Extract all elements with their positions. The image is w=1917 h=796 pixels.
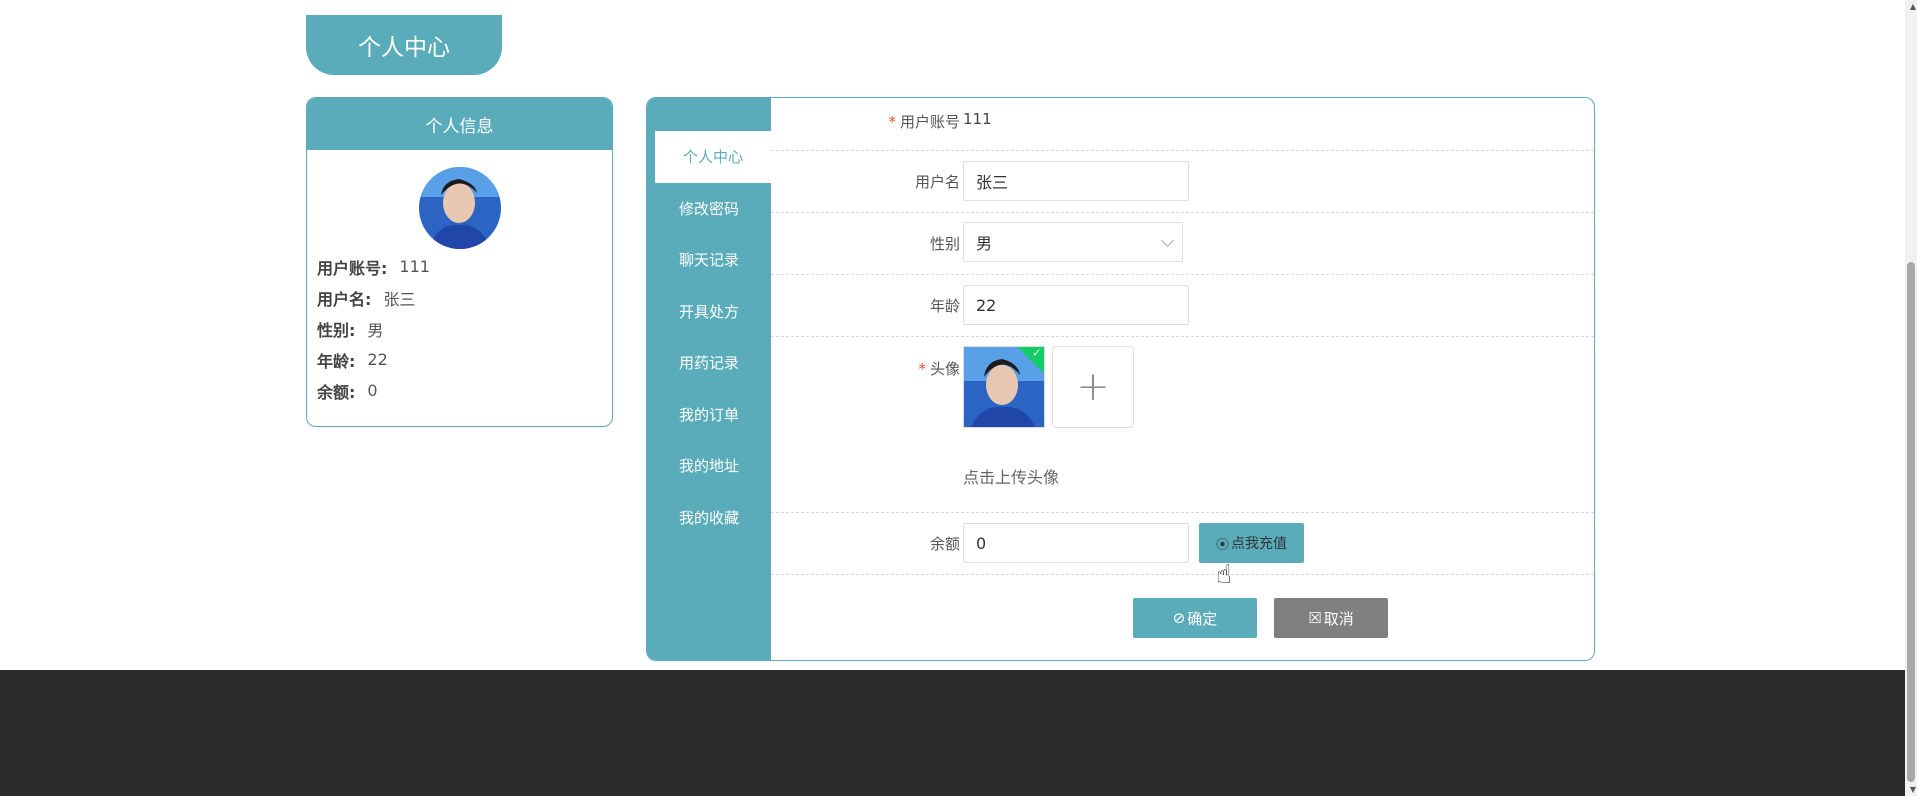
nav-item-medication-record[interactable]: 用药记录 bbox=[647, 337, 771, 389]
required-mark: * bbox=[888, 113, 896, 131]
info-key: 用户账号: bbox=[317, 258, 388, 278]
info-row-balance: 余额: 0 bbox=[307, 375, 612, 406]
info-value: 111 bbox=[399, 257, 430, 276]
cancel-button[interactable]: ☒ 取消 bbox=[1274, 598, 1388, 638]
upload-hint: 点击上传头像 bbox=[963, 468, 1060, 487]
scroll-up-icon[interactable]: ▲ bbox=[1910, 2, 1916, 11]
nav-item-my-address[interactable]: 我的地址 bbox=[647, 440, 771, 492]
required-mark: * bbox=[918, 360, 926, 378]
age-input[interactable]: 22 bbox=[963, 285, 1189, 325]
nav-item-my-orders[interactable]: 我的订单 bbox=[647, 389, 771, 441]
info-key: 性别: bbox=[317, 320, 356, 340]
info-value: 0 bbox=[367, 381, 378, 400]
username-input[interactable]: 张三 bbox=[963, 161, 1189, 201]
info-value: 22 bbox=[367, 350, 388, 369]
form-row-avatar: * 头像 ✓ + 点击上传头像 bbox=[771, 336, 1594, 513]
info-card-title: 个人信息 bbox=[307, 98, 612, 150]
scrollbar[interactable]: ▲ ▼ bbox=[1905, 0, 1917, 796]
form-row-balance: 余额 0 ⦿ 点我充值 bbox=[771, 512, 1594, 575]
info-row-account: 用户账号: 111 bbox=[307, 251, 612, 282]
account-value: 111 bbox=[963, 110, 992, 128]
age-label: 年龄 bbox=[929, 297, 960, 315]
chevron-down-icon bbox=[1161, 233, 1174, 247]
personal-info-card: 个人信息 用户账号: 111 用户名: 张三 性别: 男 年龄: 22 余额: … bbox=[306, 97, 613, 427]
nav-item-profile[interactable]: 个人中心 bbox=[655, 131, 771, 183]
info-key: 年龄: bbox=[317, 351, 356, 371]
form-row-account: * 用户账号 111 bbox=[771, 98, 1594, 151]
side-nav: 个人中心 修改密码 聊天记录 开具处方 用药记录 我的订单 我的地址 我的收藏 bbox=[647, 98, 771, 660]
nav-item-change-password[interactable]: 修改密码 bbox=[647, 183, 771, 235]
info-value: 男 bbox=[367, 320, 384, 340]
gender-label: 性别 bbox=[929, 235, 960, 253]
footer bbox=[0, 670, 1905, 796]
circle-dot-icon: ⦿ bbox=[1215, 537, 1229, 553]
page-title: 个人中心 bbox=[306, 15, 502, 75]
scroll-down-icon[interactable]: ▼ bbox=[1910, 785, 1916, 794]
nav-item-prescription[interactable]: 开具处方 bbox=[647, 286, 771, 338]
form-row-username: 用户名 张三 bbox=[771, 150, 1594, 213]
nav-item-chat-history[interactable]: 聊天记录 bbox=[647, 234, 771, 286]
plus-icon[interactable]: + bbox=[1052, 346, 1134, 428]
check-circle-icon: ⊘ bbox=[1172, 609, 1186, 627]
close-square-icon: ☒ bbox=[1308, 609, 1322, 627]
avatar bbox=[418, 167, 501, 249]
confirm-button[interactable]: ⊘ 确定 bbox=[1133, 598, 1257, 638]
scrollbar-thumb[interactable] bbox=[1907, 262, 1915, 782]
gender-select[interactable]: 男 bbox=[963, 222, 1183, 262]
username-label: 用户名 bbox=[914, 173, 960, 191]
info-key: 余额: bbox=[317, 382, 356, 402]
info-row-username: 用户名: 张三 bbox=[307, 282, 612, 313]
profile-panel: 个人中心 修改密码 聊天记录 开具处方 用药记录 我的订单 我的地址 我的收藏 … bbox=[646, 97, 1595, 661]
hand-cursor-icon: ☝ bbox=[1216, 560, 1232, 590]
info-row-age: 年龄: 22 bbox=[307, 344, 612, 375]
balance-label: 余额 bbox=[929, 535, 960, 553]
info-row-gender: 性别: 男 bbox=[307, 313, 612, 344]
recharge-button[interactable]: ⦿ 点我充值 bbox=[1199, 523, 1304, 563]
avatar-label: * 头像 bbox=[918, 360, 960, 378]
balance-input[interactable]: 0 bbox=[963, 523, 1189, 563]
avatar-thumbnail[interactable]: ✓ bbox=[963, 346, 1045, 428]
info-key: 用户名: bbox=[317, 289, 372, 309]
profile-form: * 用户账号 111 用户名 张三 性别 男 年龄 22 * 头像 ✓ + 点击… bbox=[771, 98, 1594, 660]
form-row-age: 年龄 22 bbox=[771, 274, 1594, 337]
info-value: 张三 bbox=[383, 289, 416, 309]
account-label: * 用户账号 bbox=[888, 113, 960, 131]
form-row-gender: 性别 男 bbox=[771, 212, 1594, 275]
nav-item-my-favorites[interactable]: 我的收藏 bbox=[647, 492, 771, 544]
